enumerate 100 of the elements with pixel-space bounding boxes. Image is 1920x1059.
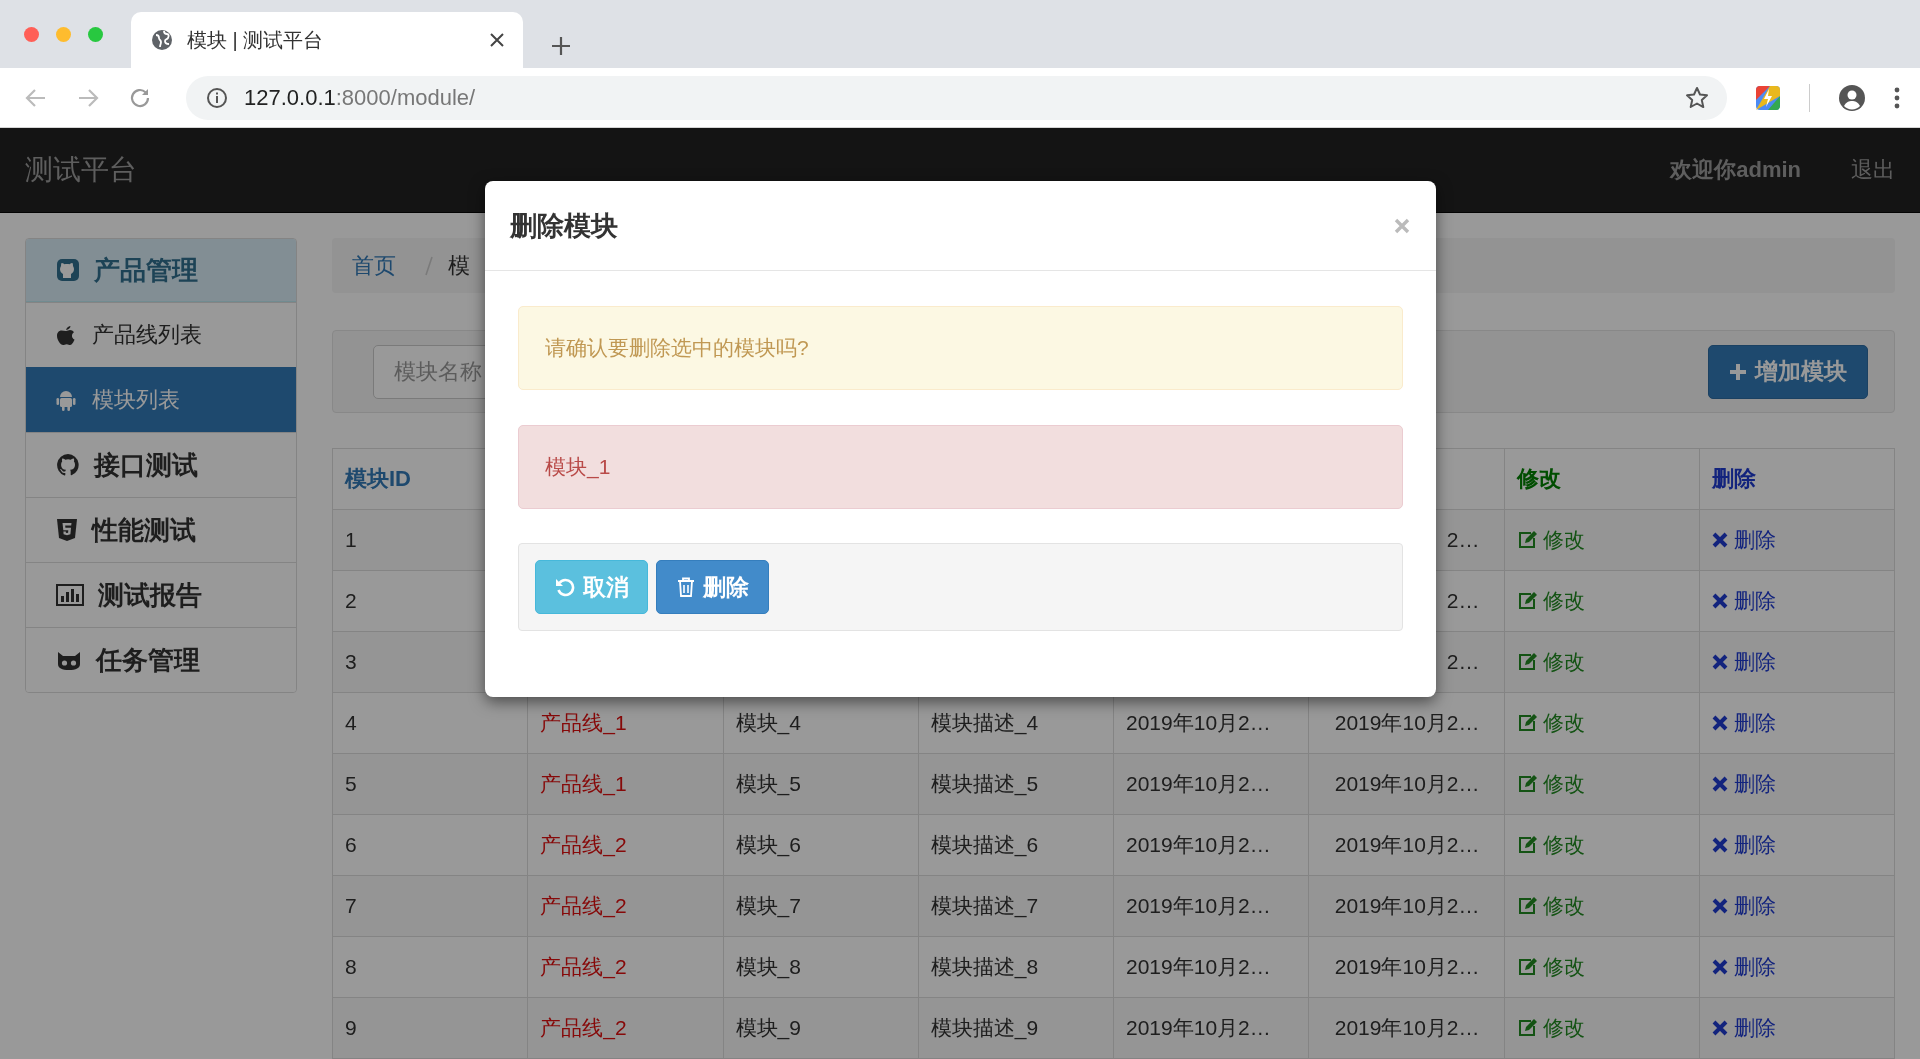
delete-icon <box>1711 837 1728 853</box>
close-window-icon[interactable] <box>24 27 39 42</box>
delete-icon <box>1711 776 1728 792</box>
separator-icon <box>424 254 434 277</box>
undo-icon <box>554 577 575 597</box>
table-cell: 模块_5 <box>723 753 919 815</box>
delete-icon <box>1711 715 1728 731</box>
table-cell: 2019年10月2… <box>1113 753 1309 815</box>
welcome-text: 欢迎你admin <box>1670 156 1801 184</box>
zoom-window-icon[interactable] <box>88 27 103 42</box>
table-cell: 2019年10月2… <box>1113 997 1309 1059</box>
table-cell: 模块_8 <box>723 936 919 998</box>
new-tab-icon[interactable] <box>551 36 571 56</box>
cat-icon <box>56 649 82 671</box>
column-header: 修改 <box>1504 448 1700 510</box>
table-cell: 2019年10月2… <box>1113 936 1309 998</box>
table-cell: 模块描述_5 <box>918 753 1114 815</box>
edit-icon <box>1516 529 1537 550</box>
logout-link[interactable]: 退出 <box>1851 155 1895 185</box>
github-icon <box>56 453 80 477</box>
bar-chart-icon <box>56 584 84 606</box>
edit-link[interactable]: 修改 <box>1516 1013 1585 1042</box>
edit-icon <box>1516 712 1537 733</box>
column-header: 删除 <box>1699 448 1895 510</box>
edit-icon <box>1516 773 1537 794</box>
edit-link[interactable]: 修改 <box>1516 525 1585 554</box>
table-cell: 产品线_2 <box>527 875 723 937</box>
delete-icon <box>1711 1020 1728 1036</box>
delete-button[interactable]: 删除 <box>656 560 769 614</box>
table-cell: 模块描述_7 <box>918 875 1114 937</box>
delete-link[interactable]: 删除 <box>1711 526 1776 554</box>
delete-link[interactable]: 删除 <box>1711 709 1776 737</box>
edit-link[interactable]: 修改 <box>1516 769 1585 798</box>
delete-link[interactable]: 删除 <box>1711 831 1776 859</box>
edit-icon <box>1516 590 1537 611</box>
delete-icon <box>1711 532 1728 548</box>
browser-tab[interactable]: 模块 | 测试平台 <box>131 12 523 68</box>
table-cell: 2019年10月2… <box>1308 997 1504 1059</box>
table-cell: 2019年10月2… <box>1113 875 1309 937</box>
table-cell: 模块描述_9 <box>918 997 1114 1059</box>
android-icon <box>56 389 76 411</box>
delete-link[interactable]: 删除 <box>1711 770 1776 798</box>
delete-link[interactable]: 删除 <box>1711 1014 1776 1042</box>
extension-icon[interactable] <box>1755 84 1781 111</box>
edit-link[interactable]: 修改 <box>1516 830 1585 859</box>
table-cell: 5 <box>332 753 528 815</box>
edit-icon <box>1516 1017 1537 1038</box>
breadcrumb-current: 模 <box>448 251 470 280</box>
table-cell: 模块描述_6 <box>918 814 1114 876</box>
table-cell: 2019年10月2… <box>1308 936 1504 998</box>
profile-icon[interactable] <box>1838 83 1866 112</box>
delete-icon <box>1711 959 1728 975</box>
table-cell: 产品线_2 <box>527 936 723 998</box>
delete-link[interactable]: 删除 <box>1711 953 1776 981</box>
table-cell: 6 <box>332 814 528 876</box>
url-text: 127.0.0.1:8000/module/ <box>244 84 477 111</box>
github-icon <box>56 258 80 282</box>
delete-link[interactable]: 删除 <box>1711 587 1776 615</box>
edit-link[interactable]: 修改 <box>1516 952 1585 981</box>
more-menu-icon[interactable] <box>1894 85 1900 110</box>
table-cell: 2019年10月2… <box>1113 814 1309 876</box>
table-cell: 7 <box>332 875 528 937</box>
sidebar-heading[interactable]: 产品管理 <box>26 239 296 302</box>
table-cell: 模块描述_8 <box>918 936 1114 998</box>
table-cell: 2019年10月2… <box>1308 753 1504 815</box>
sidebar-item[interactable]: 任务管理 <box>26 627 296 692</box>
edit-icon <box>1516 956 1537 977</box>
table-cell: 模块_9 <box>723 997 919 1059</box>
edit-icon <box>1516 834 1537 855</box>
delete-link[interactable]: 删除 <box>1711 892 1776 920</box>
edit-link[interactable]: 修改 <box>1516 891 1585 920</box>
tab-title: 模块 | 测试平台 <box>187 27 325 53</box>
globe-icon <box>151 29 173 51</box>
table-cell: 模块_7 <box>723 875 919 937</box>
edit-link[interactable]: 修改 <box>1516 586 1585 615</box>
table-cell: 8 <box>332 936 528 998</box>
address-bar[interactable]: 127.0.0.1:8000/module/ <box>186 75 1727 120</box>
sidebar-item[interactable]: 模块列表 <box>26 367 296 432</box>
delete-link[interactable]: 删除 <box>1711 648 1776 676</box>
edit-link[interactable]: 修改 <box>1516 647 1585 676</box>
close-icon[interactable] <box>489 32 505 48</box>
table-cell: 9 <box>332 997 528 1059</box>
plus-icon <box>1729 362 1747 381</box>
table-cell: 产品线_1 <box>527 753 723 815</box>
trash-icon <box>676 577 695 597</box>
table-cell: 模块_6 <box>723 814 919 876</box>
cancel-button[interactable]: 取消 <box>535 560 648 614</box>
table-cell: 产品线_2 <box>527 997 723 1059</box>
modal-title: 删除模块 <box>510 209 619 243</box>
table-cell: 2019年10月2… <box>1308 814 1504 876</box>
table-cell: 2019年10月2… <box>1308 875 1504 937</box>
edit-link[interactable]: 修改 <box>1516 708 1585 737</box>
delete-icon <box>1711 898 1728 914</box>
selected-module: 模块_1 <box>518 425 1403 509</box>
add-module-button[interactable]: 增加模块 <box>1708 344 1868 399</box>
delete-icon <box>1711 654 1728 670</box>
delete-icon <box>1711 593 1728 609</box>
edit-icon <box>1516 651 1537 672</box>
star-icon[interactable] <box>1685 85 1709 110</box>
breadcrumb-link[interactable]: 首页 <box>352 250 396 281</box>
